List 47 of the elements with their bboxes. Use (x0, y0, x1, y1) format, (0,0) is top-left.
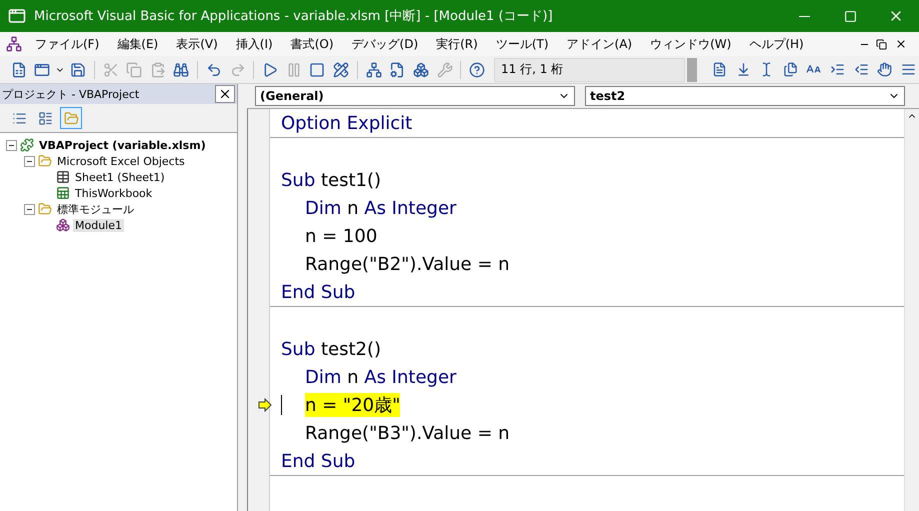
code-line: Sub test1() (281, 170, 382, 190)
close-icon (218, 87, 232, 101)
menu-item[interactable]: デバッグ(D) (342, 36, 428, 52)
close-button[interactable] (215, 85, 235, 103)
tree-item[interactable]: ThisWorkbook (73, 186, 154, 200)
code-line: Range("B2").Value = n (305, 254, 510, 274)
code-line: Dim n As Integer (305, 198, 456, 218)
workbook-icon (56, 186, 70, 200)
code-line: Dim n As Integer (305, 366, 456, 388)
toolbar-grip[interactable] (686, 58, 697, 82)
tree-item[interactable]: VBAProject (variable.xlsm) (37, 138, 208, 152)
tree-item[interactable]: Module1 (73, 218, 124, 232)
menu-item[interactable]: ファイル(F) (26, 36, 108, 52)
tree-item[interactable]: Microsoft Excel Objects (55, 154, 187, 168)
menu-item[interactable]: 実行(R) (427, 36, 487, 52)
code-line: End Sub (281, 282, 356, 302)
window-title: Microsoft Visual Basic for Applications - variable.xlsm [中断] - [Module1 (コード)] (34, 8, 554, 25)
menu-item[interactable]: 挿入(I) (226, 36, 282, 52)
menu-item[interactable]: ツール(T) (486, 36, 558, 52)
folder-icon (38, 202, 52, 216)
menu-item[interactable]: ヘルプ(H) (740, 36, 813, 52)
code-line: Option Explicit (281, 112, 412, 134)
sheet-icon (56, 170, 70, 184)
folder-icon (38, 154, 52, 168)
close-icon[interactable] (895, 38, 907, 50)
tree-item[interactable]: Sheet1 (Sheet1) (73, 170, 167, 184)
collapse-toggle[interactable] (24, 204, 35, 214)
panel-title: プロジェクト - VBAProject (2, 86, 140, 102)
folder-icon[interactable] (60, 107, 82, 129)
collapse-toggle[interactable] (24, 156, 35, 166)
maximize-icon (844, 10, 856, 22)
code-line: Range("B3").Value = n (305, 422, 510, 444)
tree-item[interactable]: 標準モジュール (55, 202, 136, 216)
restore-icon[interactable] (876, 38, 887, 50)
object-dropdown[interactable]: (General) (255, 86, 575, 106)
collapse-toggle[interactable] (6, 140, 17, 150)
menu-item[interactable]: 編集(E) (108, 36, 168, 52)
menu-item[interactable]: 表示(V) (167, 36, 227, 52)
code-line: n = 100 (305, 226, 378, 246)
code-line: End Sub (281, 450, 356, 472)
cursor-position: 11 行, 1 桁 (494, 58, 685, 82)
app-icon (8, 7, 26, 25)
menu-item[interactable]: アドイン(A) (558, 36, 642, 52)
procedure-dropdown[interactable]: test2 (585, 86, 905, 106)
menu-item[interactable]: ウィンドウ(W) (641, 36, 740, 52)
menu-item[interactable]: 書式(O) (282, 36, 343, 52)
code-line: Sub test2() (281, 338, 382, 360)
